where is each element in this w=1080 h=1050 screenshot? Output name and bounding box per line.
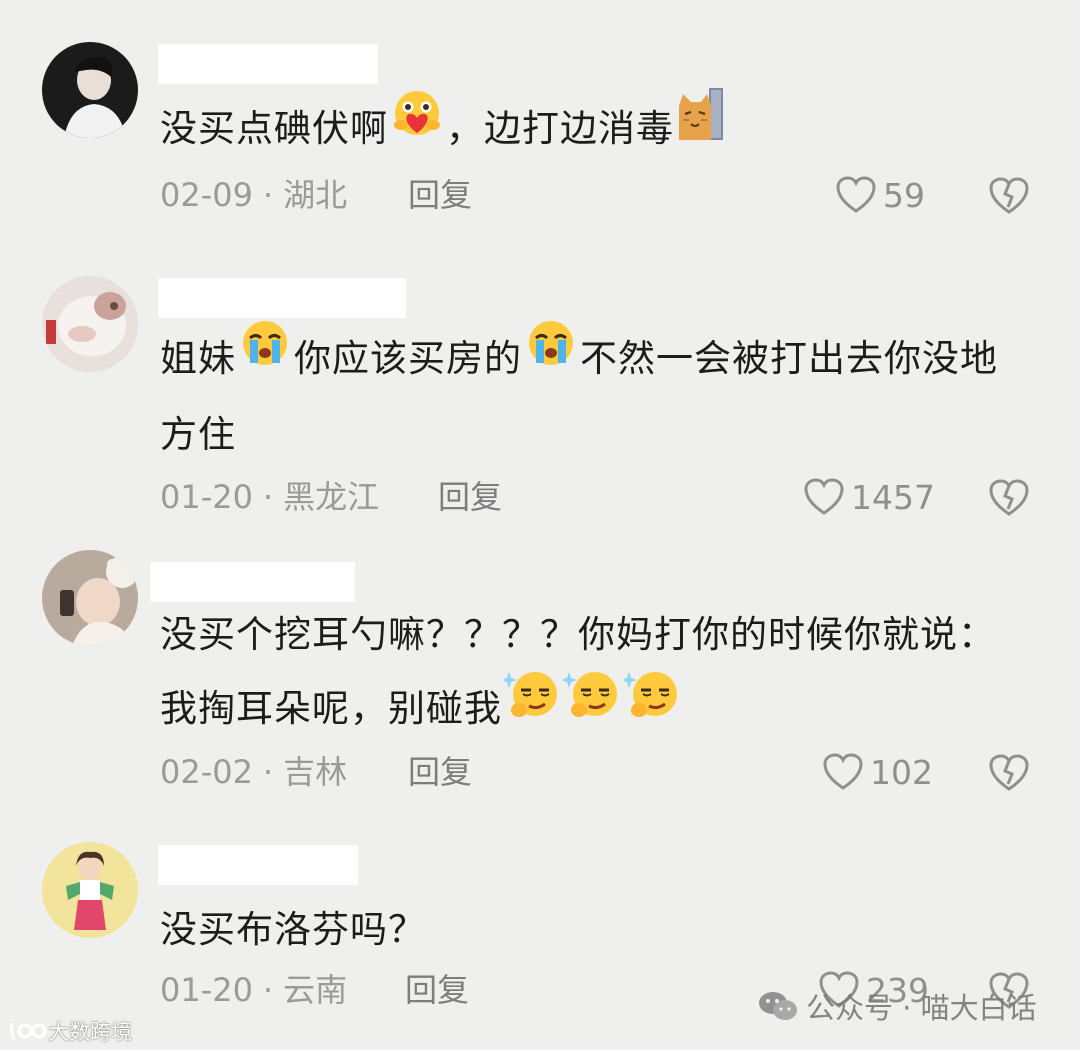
comment-text-line: 姐妹 你应该买房的 不然一会被打出去你没地 (160, 319, 1040, 398)
separator: · (262, 478, 274, 516)
text-segment: ，边打边消毒 (446, 107, 674, 150)
reply-button[interactable]: 回复 (405, 965, 469, 1015)
watermark-text: 公众号 · 喵大白话 (806, 991, 1037, 1025)
avatar[interactable] (42, 276, 138, 372)
broken-heart-icon[interactable] (988, 175, 1030, 217)
wechat-icon (759, 992, 797, 1020)
like-count: 59 (883, 175, 925, 215)
smirk-sparkle-emoji-icon (561, 668, 621, 745)
heart-outline-icon (804, 478, 844, 515)
crying-emoji-icon (237, 319, 293, 394)
username-redacted (158, 44, 378, 84)
broken-heart-icon[interactable] (988, 752, 1030, 794)
text-segment: 没买布洛芬吗？ (160, 908, 426, 951)
separator: · (262, 176, 274, 214)
comment-date: 02-09 (160, 176, 253, 214)
wechat-watermark: 公众号 · 喵大白话 (758, 985, 1037, 1027)
brand-logo-icon (9, 1022, 47, 1040)
like-count: 1457 (851, 477, 935, 517)
brand-watermark: 大数跨境 (8, 1016, 132, 1046)
comment-text: 姐妹 你应该买房的 不然一会被打出去你没地 方住 (160, 319, 1040, 472)
like-button[interactable]: 1457 (803, 472, 935, 522)
comment-meta: 01-20 · 黑龙江 回复 (160, 472, 502, 522)
heart-outline-icon (836, 176, 876, 213)
watermark-text: 大数跨境 (48, 1020, 132, 1044)
avatar[interactable] (42, 42, 138, 138)
text-segment: 没买点碘伏啊 (160, 107, 388, 150)
text-segment: 不然一会被打出去你没地 (580, 337, 998, 380)
separator: · (262, 971, 274, 1009)
comment-text-line: 方住 (160, 413, 236, 456)
text-segment: 我掏耳朵呢，别碰我 (160, 687, 502, 730)
comment-date: 01-20 (160, 478, 253, 516)
comment-date: 01-20 (160, 971, 253, 1009)
username-redacted (158, 278, 406, 318)
avatar[interactable] (42, 842, 138, 938)
peeking-cat-emoji-icon (675, 86, 727, 167)
comment-text: 没买点碘伏啊 ，边打边消毒 (160, 88, 1040, 171)
comment-date: 02-02 (160, 753, 253, 791)
comment-text-line: 我掏耳朵呢，别碰我 (160, 672, 1040, 749)
comment-location: 黑龙江 (283, 478, 380, 516)
text-segment: 姐妹 (160, 337, 236, 380)
username-redacted (150, 562, 355, 602)
smirk-sparkle-emoji-icon (621, 668, 681, 745)
like-count: 102 (870, 752, 933, 792)
broken-heart-icon[interactable] (988, 477, 1030, 519)
avatar[interactable] (42, 550, 138, 646)
heart-outline-icon (823, 753, 863, 790)
reply-button[interactable]: 回复 (408, 747, 472, 797)
reply-button[interactable]: 回复 (438, 472, 502, 522)
comment-text-line: 没买个挖耳勺嘛？？？？你妈打你的时候你就说： (160, 613, 996, 656)
comment-location: 吉林 (283, 753, 348, 791)
comment-location: 湖北 (283, 176, 348, 214)
comment-text: 没买个挖耳勺嘛？？？？你妈打你的时候你就说： 我掏耳朵呢，别碰我 (160, 598, 1040, 749)
reply-button[interactable]: 回复 (408, 170, 472, 220)
username-redacted (158, 845, 358, 885)
text-segment: 你应该买房的 (294, 337, 522, 380)
crying-emoji-icon (523, 319, 579, 394)
like-button[interactable]: 102 (822, 747, 933, 797)
comment-meta: 01-20 · 云南 回复 (160, 965, 469, 1015)
comment-meta: 02-09 · 湖北 回复 (160, 170, 472, 220)
separator: · (262, 753, 274, 791)
comment-meta: 02-02 · 吉林 回复 (160, 747, 472, 797)
comment-location: 云南 (283, 971, 348, 1009)
comment-text: 没买布洛芬吗？ (160, 893, 1040, 967)
like-button[interactable]: 59 (835, 170, 925, 220)
smirk-sparkle-emoji-icon (501, 668, 561, 745)
hug-heart-emoji-icon (389, 89, 445, 164)
